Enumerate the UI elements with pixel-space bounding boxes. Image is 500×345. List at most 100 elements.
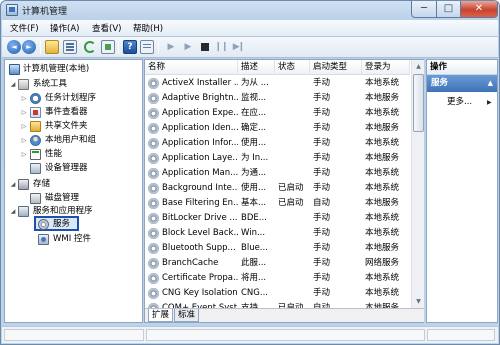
service-description: 使用... <box>241 138 267 148</box>
expand-icon[interactable]: ▷ <box>20 120 28 133</box>
restart-service-icon[interactable]: ▶❙ <box>231 40 245 54</box>
table-row[interactable]: Application Expe... 在应... 手动 本地系统 <box>145 106 410 121</box>
service-gear-icon <box>148 168 159 179</box>
maximize-button[interactable]: □ <box>436 1 461 18</box>
service-status <box>278 91 310 106</box>
pause-service-icon[interactable]: ❙❙ <box>214 40 228 54</box>
table-row[interactable]: Application Infor... 使用... 手动 本地系统 <box>145 136 410 151</box>
actions-section-services[interactable]: 服务 ▲ <box>427 75 497 92</box>
collapse-up-icon[interactable]: ▲ <box>488 75 493 92</box>
table-row[interactable]: Application Man... 为通... 手动 本地系统 <box>145 166 410 181</box>
table-row[interactable]: Block Level Back... Win... 手动 本地系统 <box>145 226 410 241</box>
toolbar-separator <box>40 41 41 54</box>
service-description: 使用... <box>241 183 267 193</box>
service-status <box>278 136 310 151</box>
column-header-description[interactable]: 描述 <box>238 60 275 75</box>
status-bar <box>2 326 498 343</box>
scroll-up-icon[interactable]: ▲ <box>413 60 424 73</box>
menu-bar: 文件(F) 操作(A) 查看(V) 帮助(H) <box>2 20 498 37</box>
table-row[interactable]: Base Filtering En... 基本... 已启动 自动 本地服务 <box>145 196 410 211</box>
service-name: Certificate Propa... <box>162 273 238 283</box>
collapse-icon[interactable]: ◢ <box>9 178 17 191</box>
close-icon: ✕ <box>474 3 484 14</box>
service-log-on-as: 本地系统 <box>365 138 400 148</box>
table-row[interactable]: BranchCache 此服... 手动 网络服务 <box>145 256 410 271</box>
service-description: Win... <box>241 228 266 238</box>
help-icon[interactable]: ? <box>123 40 137 54</box>
services-list: 名称 描述 状态 启动类型 登录为 ActiveX Installer ... 为… <box>144 59 424 323</box>
submenu-arrow-icon: ▶ <box>487 99 492 106</box>
column-header-name[interactable]: 名称 <box>145 60 238 75</box>
menu-view[interactable]: 查看(V) <box>92 22 121 34</box>
computer-management-icon <box>6 4 18 16</box>
tab-extended[interactable]: 扩展 <box>148 309 174 322</box>
status-cell <box>427 329 495 341</box>
more-actions-link[interactable]: 更多... <box>447 96 472 109</box>
table-row[interactable]: Certificate Propa... 将用... 手动 本地系统 <box>145 271 410 286</box>
expand-icon[interactable]: ▷ <box>20 106 28 119</box>
service-log-on-as: 本地服务 <box>365 243 400 253</box>
service-gear-icon <box>148 183 159 194</box>
column-header-startup-type[interactable]: 启动类型 <box>310 60 362 75</box>
service-startup-type: 手动 <box>313 243 331 253</box>
tree-item-label: 存储 <box>33 179 51 189</box>
column-header-log-on-as[interactable]: 登录为 <box>362 60 410 75</box>
service-gear-icon <box>148 198 159 209</box>
service-status <box>278 226 310 241</box>
start-service-alt-icon[interactable]: ▶ <box>181 40 195 54</box>
scrollbar-thumb[interactable] <box>413 74 424 132</box>
tools-icon <box>18 79 29 90</box>
service-description: 在应... <box>241 108 267 118</box>
menu-help[interactable]: 帮助(H) <box>133 22 163 34</box>
table-row[interactable]: ActiveX Installer ... 为从 ... 手动 本地系统 <box>145 76 410 91</box>
service-startup-type: 自动 <box>313 198 331 208</box>
start-service-icon[interactable]: ▶ <box>164 40 178 54</box>
expand-icon[interactable]: ▷ <box>20 134 28 147</box>
table-row[interactable]: Application Laye... 为 In... 手动 本地服务 <box>145 151 410 166</box>
tree-item-label: 计算机管理(本地) <box>23 64 90 74</box>
service-description: Blue... <box>241 243 268 253</box>
service-name: Base Filtering En... <box>162 198 238 208</box>
service-startup-type: 手动 <box>313 123 331 133</box>
service-startup-type: 手动 <box>313 153 331 163</box>
vertical-scrollbar[interactable]: ▲ ▼ <box>411 60 424 308</box>
menu-file[interactable]: 文件(F) <box>10 22 39 34</box>
table-row[interactable]: BitLocker Drive ... BDE... 手动 本地系统 <box>145 211 410 226</box>
collapse-icon[interactable]: ◢ <box>9 78 17 91</box>
close-button[interactable]: ✕ <box>460 1 498 18</box>
tree-item-label: 事件查看器 <box>45 107 88 117</box>
table-row[interactable]: Background Inte... 使用... 已启动 手动 本地系统 <box>145 181 410 196</box>
back-arrow-icon[interactable] <box>7 40 21 54</box>
refresh-icon[interactable] <box>84 41 96 53</box>
table-row[interactable]: Adaptive Brightn... 监视... 手动 本地服务 <box>145 91 410 106</box>
column-header-status[interactable]: 状态 <box>275 60 310 75</box>
service-name: CNG Key Isolation <box>162 288 238 298</box>
minimize-button[interactable]: ─ <box>411 1 437 18</box>
service-startup-type: 手动 <box>313 273 331 283</box>
service-log-on-as: 本地系统 <box>365 273 400 283</box>
forward-arrow-icon[interactable] <box>22 40 36 54</box>
tab-standard[interactable]: 标准 <box>174 309 200 322</box>
stop-service-icon[interactable] <box>198 40 212 54</box>
expand-icon[interactable]: ▷ <box>20 92 28 105</box>
service-name: Bluetooth Supp... <box>162 243 236 253</box>
service-log-on-as: 本地系统 <box>365 228 400 238</box>
window: 计算机管理 ─ □ ✕ 文件(F) 操作(A) 查看(V) 帮助(H) ? ▶ … <box>0 0 500 345</box>
collapse-icon[interactable]: ◢ <box>9 205 17 218</box>
expand-icon[interactable]: ▷ <box>20 148 28 161</box>
table-row[interactable]: CNG Key Isolation CNG... 手动 本地系统 <box>145 286 410 301</box>
properties-icon[interactable] <box>140 40 154 54</box>
tree-item-label: 性能 <box>45 149 63 159</box>
service-name: Block Level Back... <box>162 228 238 238</box>
table-row[interactable]: Bluetooth Supp... Blue... 手动 本地服务 <box>145 241 410 256</box>
menu-action[interactable]: 操作(A) <box>50 22 79 34</box>
service-startup-type: 手动 <box>313 138 331 148</box>
table-row[interactable]: Application Iden... 确定... 手动 本地服务 <box>145 121 410 136</box>
export-list-icon[interactable] <box>101 40 115 54</box>
up-folder-icon[interactable] <box>45 40 59 54</box>
actions-header: 操作 <box>427 60 497 75</box>
show-hide-tree-icon[interactable] <box>63 40 77 54</box>
tree-item-label: 设备管理器 <box>45 163 88 173</box>
scroll-down-icon[interactable]: ▼ <box>413 295 424 308</box>
service-description: 将用... <box>241 273 267 283</box>
